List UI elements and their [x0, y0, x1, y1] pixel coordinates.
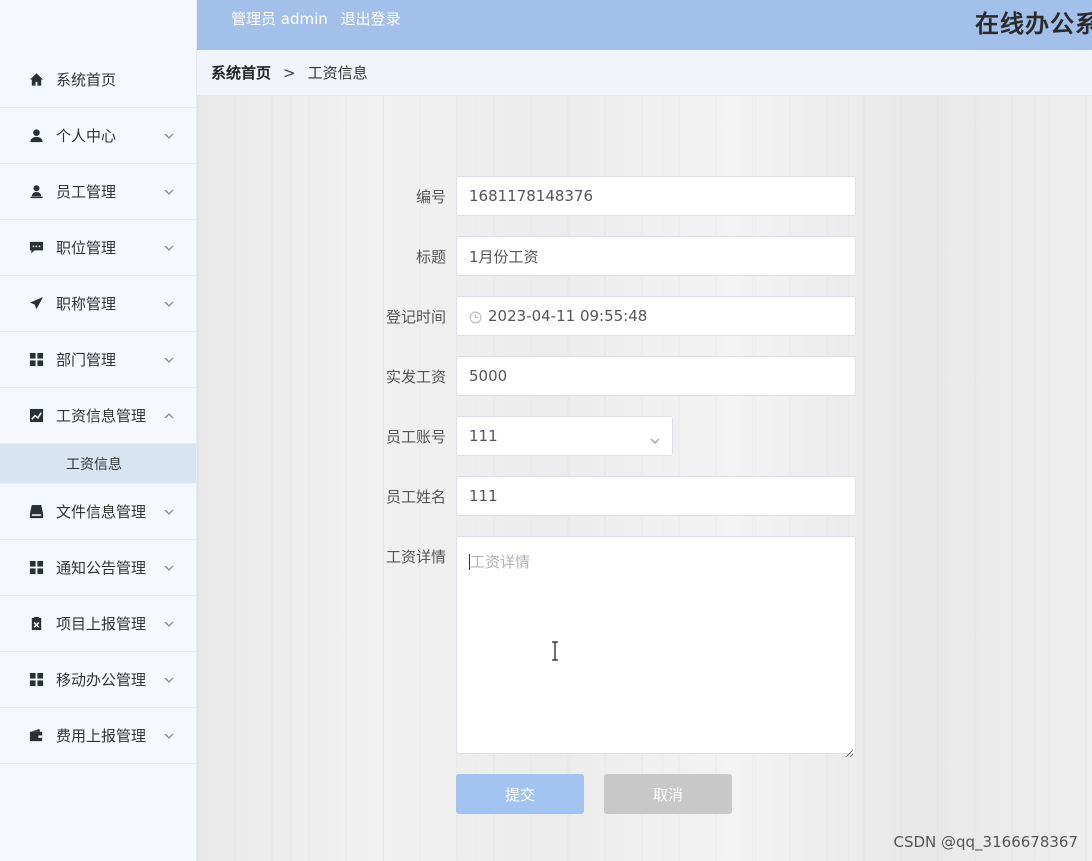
actual-salary-value: 5000 [469, 367, 508, 385]
breadcrumb-current: 工资信息 [307, 64, 368, 82]
sidebar-item-label: 工资信息管理 [56, 407, 147, 425]
sidebar-item-label: 系统首页 [56, 71, 117, 89]
chevron-down-icon [650, 432, 660, 444]
breadcrumb-separator: > [283, 63, 296, 82]
sidebar-item-personal-center[interactable]: 个人中心 [0, 108, 196, 164]
home-icon [28, 72, 44, 88]
chart-icon [28, 408, 44, 424]
chevron-down-icon [164, 559, 174, 571]
chevron-down-icon [164, 239, 174, 251]
register-time-label: 登记时间 [385, 308, 446, 326]
employee-account-label: 员工账号 [385, 428, 446, 446]
actual-salary-input[interactable]: 5000 [456, 356, 856, 396]
chevron-down-icon [164, 183, 174, 195]
sidebar-item-notice-management[interactable]: 通知公告管理 [0, 540, 196, 596]
sidebar-item-label: 移动办公管理 [56, 671, 147, 689]
sidebar-item-position-management[interactable]: 职位管理 [0, 220, 196, 276]
top-header: 管理员 admin 退出登录 在线办公系 [197, 0, 1092, 50]
salary-details-placeholder: 工资详情 [470, 553, 531, 571]
sidebar-subitem-salary-info[interactable]: 工资信息 [0, 444, 196, 484]
number-label: 编号 [415, 188, 446, 206]
resize-handle-icon[interactable] [845, 743, 854, 758]
employee-name-label: 员工姓名 [385, 488, 446, 506]
send-icon [28, 296, 44, 312]
sidebar-item-mobile-office-management[interactable]: 移动办公管理 [0, 652, 196, 708]
sidebar-item-label: 部门管理 [56, 351, 117, 369]
chevron-down-icon [164, 503, 174, 515]
number-input[interactable]: 1681178148376 [456, 176, 856, 216]
sidebar-item-label: 职称管理 [56, 295, 117, 313]
sidebar-item-salary-management[interactable]: 工资信息管理 [0, 388, 196, 444]
chevron-down-icon [164, 351, 174, 363]
sidebar-item-expense-management[interactable]: 费用上报管理 [0, 708, 196, 764]
sidebar-item-label: 职位管理 [56, 239, 117, 257]
sidebar-item-label: 个人中心 [56, 127, 117, 145]
grid-icon [28, 672, 44, 688]
main-content: 编号 1681178148376 标题 1月份工资 登记时间 2023-04-1… [197, 96, 1092, 861]
title-label: 标题 [415, 248, 446, 266]
sidebar-item-label: 费用上报管理 [56, 727, 147, 745]
grid-icon [28, 560, 44, 576]
title-input[interactable]: 1月份工资 [456, 236, 856, 276]
chevron-down-icon [164, 727, 174, 739]
logout-link[interactable]: 退出登录 [341, 10, 401, 28]
grid-icon [28, 352, 44, 368]
system-title: 在线办公系 [975, 10, 1092, 38]
submit-button[interactable]: 提交 [456, 774, 584, 814]
sidebar-item-department-management[interactable]: 部门管理 [0, 332, 196, 388]
register-time-input[interactable]: 2023-04-11 09:55:48 [456, 296, 856, 336]
chevron-down-icon [164, 671, 174, 683]
inbox-icon [28, 504, 44, 520]
sidebar-item-title-management[interactable]: 职称管理 [0, 276, 196, 332]
cancel-button[interactable]: 取消 [604, 774, 732, 814]
salary-details-label: 工资详情 [385, 548, 446, 566]
message-icon [28, 240, 44, 256]
sidebar-subitem-label: 工资信息 [66, 456, 122, 473]
sidebar-item-label: 项目上报管理 [56, 615, 147, 633]
clock-icon [469, 310, 482, 323]
sidebar-item-file-management[interactable]: 文件信息管理 [0, 484, 196, 540]
chevron-down-icon [164, 295, 174, 307]
user-role-name: 管理员 admin [231, 10, 328, 28]
salary-details-textarea[interactable]: 工资详情 [456, 536, 856, 758]
sidebar-item-label: 员工管理 [56, 183, 117, 201]
register-time-value: 2023-04-11 09:55:48 [488, 307, 648, 325]
employee-icon [28, 184, 44, 200]
sidebar-item-label: 文件信息管理 [56, 503, 147, 521]
watermark: CSDN @qq_3166678367 [893, 833, 1078, 851]
title-value: 1月份工资 [469, 247, 539, 266]
user-icon [28, 128, 44, 144]
number-value: 1681178148376 [469, 187, 594, 205]
breadcrumb: 系统首页 > 工资信息 [197, 50, 1092, 96]
wallet-icon [28, 728, 44, 744]
chevron-down-icon [164, 615, 174, 627]
sidebar-item-home[interactable]: 系统首页 [0, 52, 196, 108]
actual-salary-label: 实发工资 [385, 368, 446, 386]
breadcrumb-home[interactable]: 系统首页 [211, 62, 271, 83]
employee-account-value: 111 [469, 427, 498, 445]
text-cursor-icon [550, 641, 560, 661]
sidebar-item-project-management[interactable]: 项目上报管理 [0, 596, 196, 652]
employee-account-select[interactable]: 111 [456, 416, 673, 456]
chevron-up-icon [164, 407, 174, 419]
employee-name-value: 111 [469, 487, 498, 505]
user-info: 管理员 admin 退出登录 [231, 8, 409, 29]
chevron-down-icon [164, 127, 174, 139]
employee-name-input[interactable]: 111 [456, 476, 856, 516]
sidebar-item-label: 通知公告管理 [56, 559, 147, 577]
sidebar: 系统首页 个人中心 员工管理 职位管理 职称管理 部门管理 工资信息管理 工资信… [0, 0, 197, 861]
sidebar-item-employee-management[interactable]: 员工管理 [0, 164, 196, 220]
clipboard-icon [28, 616, 44, 632]
sidebar-menu: 系统首页 个人中心 员工管理 职位管理 职称管理 部门管理 工资信息管理 工资信… [0, 52, 196, 764]
